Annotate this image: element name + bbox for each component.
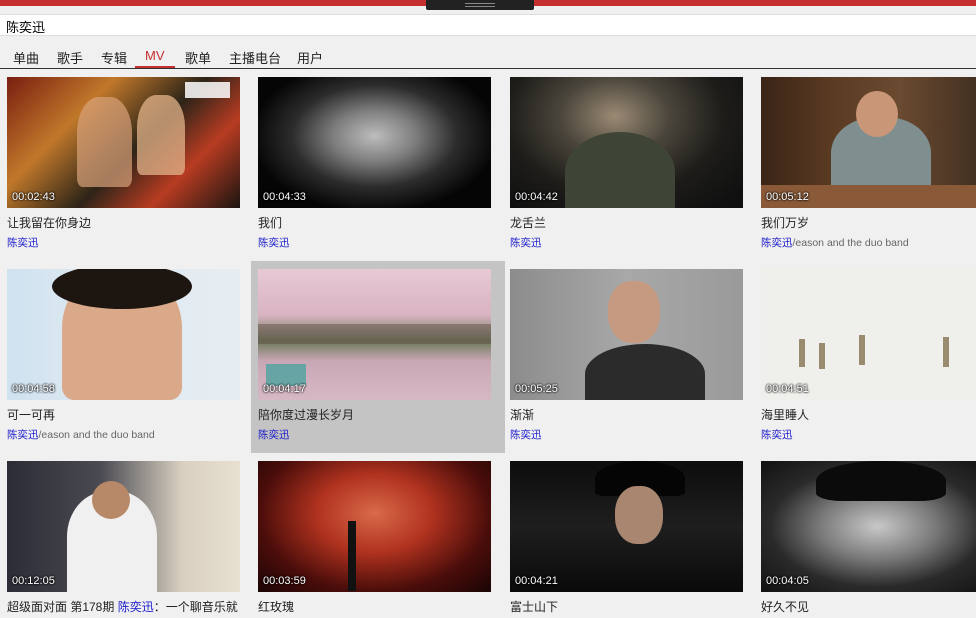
mv-duration: 00:04:58 <box>12 383 55 395</box>
result-tabs: 单曲 歌手 专辑 MV 歌单 主播电台 用户 <box>0 44 976 69</box>
mv-thumbnail[interactable]: 00:12:05 <box>7 461 240 592</box>
tab-singles[interactable]: 单曲 <box>13 48 39 67</box>
mv-title[interactable]: 海里睡人 <box>761 406 976 423</box>
mv-duration: 00:04:17 <box>263 383 306 395</box>
mv-artist[interactable]: 陈奕迅 <box>510 235 542 250</box>
tab-radio[interactable]: 主播电台 <box>229 48 281 67</box>
mv-artist[interactable]: 陈奕迅 <box>258 427 290 442</box>
mv-title[interactable]: 龙舌兰 <box>510 214 750 231</box>
mv-duration: 00:02:43 <box>12 191 55 203</box>
mv-artist[interactable]: 陈奕迅/eason and the duo band <box>7 427 155 442</box>
mv-thumbnail[interactable]: 00:03:59 <box>258 461 491 592</box>
mv-thumbnail[interactable]: 00:05:12 <box>761 77 976 208</box>
mv-artist[interactable]: 陈奕迅 <box>510 427 542 442</box>
tab-playlists[interactable]: 歌单 <box>185 48 211 67</box>
mv-title[interactable]: 好久不见 <box>761 598 976 615</box>
mv-card[interactable]: 00:02:43 让我留在你身边 陈奕迅 <box>0 69 252 261</box>
mv-thumbnail[interactable]: 00:04:51 <box>761 269 976 400</box>
mv-title[interactable]: 让我留在你身边 <box>7 214 247 231</box>
mv-artist[interactable]: 陈奕迅 <box>7 235 39 250</box>
mv-duration: 00:04:33 <box>263 191 306 203</box>
mv-card[interactable]: 00:04:58 可一可再 陈奕迅/eason and the duo band <box>0 261 252 453</box>
mv-title[interactable]: 渐渐 <box>510 406 750 423</box>
mv-card[interactable]: 00:04:21 富士山下 <box>503 453 755 618</box>
mv-duration: 00:04:21 <box>515 575 558 587</box>
mv-thumbnail[interactable]: 00:04:21 <box>510 461 743 592</box>
mv-card[interactable]: 00:03:59 红玫瑰 <box>251 453 503 618</box>
mv-card[interactable]: 00:05:25 渐渐 陈奕迅 <box>503 261 755 453</box>
mv-duration: 00:04:05 <box>766 575 809 587</box>
mv-thumbnail[interactable]: 00:04:17 <box>258 269 491 400</box>
mv-title[interactable]: 陪你度过漫长岁月 <box>258 406 498 423</box>
mv-artist[interactable]: 陈奕迅 <box>258 235 290 250</box>
mv-duration: 00:05:25 <box>515 383 558 395</box>
mv-thumbnail[interactable]: 00:04:33 <box>258 77 491 208</box>
drag-handle[interactable] <box>426 0 534 10</box>
mv-grid: 00:02:43 让我留在你身边 陈奕迅 00:04:33 我们 陈奕迅 00:… <box>0 69 976 618</box>
mv-thumbnail[interactable]: 00:05:25 <box>510 269 743 400</box>
mv-title[interactable]: 我们 <box>258 214 498 231</box>
mv-card[interactable]: 00:04:17 陪你度过漫长岁月 陈奕迅 <box>251 261 505 453</box>
tab-artists[interactable]: 歌手 <box>57 48 83 67</box>
mv-thumbnail[interactable]: 00:04:05 <box>761 461 976 592</box>
mv-title[interactable]: 红玫瑰 <box>258 598 498 615</box>
mv-duration: 00:05:12 <box>766 191 809 203</box>
mv-title[interactable]: 超级面对面 第178期 陈奕迅：一个聊音乐就 <box>7 598 247 615</box>
mv-card[interactable]: 00:04:33 我们 陈奕迅 <box>251 69 503 261</box>
mv-thumbnail[interactable]: 00:02:43 <box>7 77 240 208</box>
mv-thumbnail[interactable]: 00:04:42 <box>510 77 743 208</box>
mv-card[interactable]: 00:04:42 龙舌兰 陈奕迅 <box>503 69 755 261</box>
mv-artist[interactable]: 陈奕迅/eason and the duo band <box>761 235 909 250</box>
tab-albums[interactable]: 专辑 <box>101 48 127 67</box>
mv-card[interactable]: 00:12:05 超级面对面 第178期 陈奕迅：一个聊音乐就 <box>0 453 252 618</box>
mv-thumbnail[interactable]: 00:04:58 <box>7 269 240 400</box>
tab-users[interactable]: 用户 <box>297 48 323 67</box>
mv-title[interactable]: 富士山下 <box>510 598 750 615</box>
mv-duration: 00:03:59 <box>263 575 306 587</box>
mv-title[interactable]: 我们万岁 <box>761 214 976 231</box>
mv-artist[interactable]: 陈奕迅 <box>761 427 793 442</box>
active-tab-indicator <box>135 66 175 68</box>
mv-card[interactable]: 00:04:51 海里睡人 陈奕迅 <box>754 261 976 453</box>
mv-duration: 00:04:42 <box>515 191 558 203</box>
tab-mv[interactable]: MV <box>145 48 165 63</box>
mv-duration: 00:04:51 <box>766 383 809 395</box>
mv-card[interactable]: 00:04:05 好久不见 <box>754 453 976 618</box>
search-input[interactable]: 陈奕迅 <box>0 14 976 36</box>
mv-title[interactable]: 可一可再 <box>7 406 247 423</box>
mv-duration: 00:12:05 <box>12 575 55 587</box>
mv-card[interactable]: 00:05:12 我们万岁 陈奕迅/eason and the duo band <box>754 69 976 261</box>
